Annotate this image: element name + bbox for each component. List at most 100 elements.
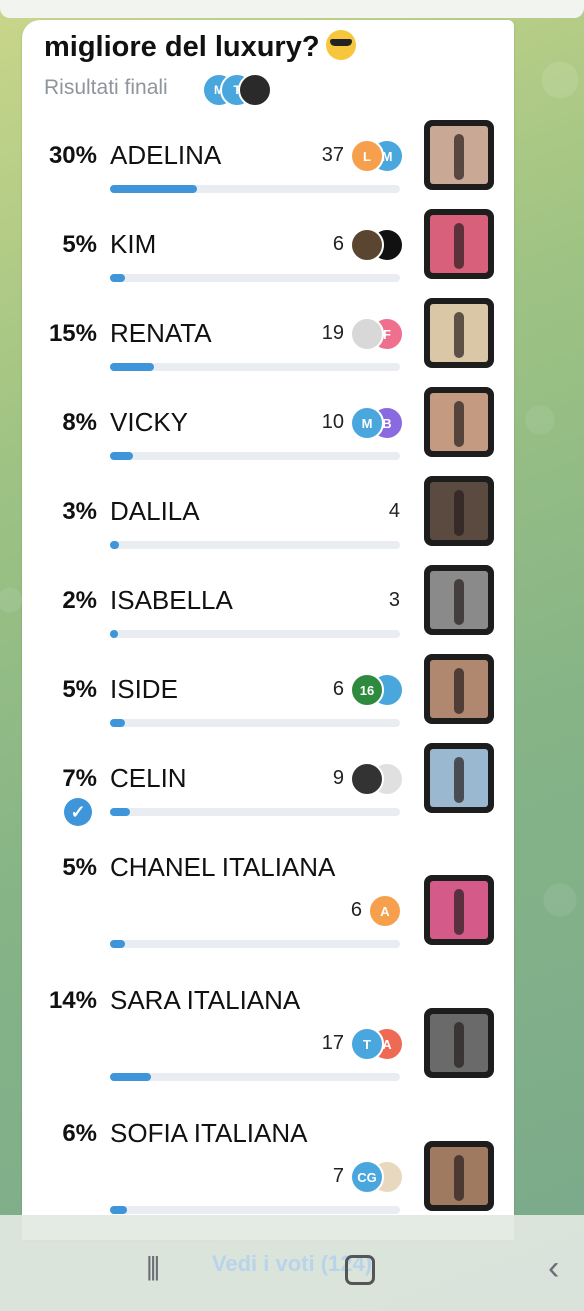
chosen-option-check-icon: ✓ (64, 798, 92, 826)
option-photo-thumbnail[interactable] (424, 654, 494, 724)
option-photo-thumbnail[interactable] (424, 875, 494, 945)
option-result-bar (110, 185, 400, 193)
recent-apps-icon[interactable]: ||| (146, 1251, 160, 1282)
option-name: ADELINA (110, 140, 222, 170)
option-voter-avatars[interactable]: CG (350, 1160, 420, 1194)
poll-option[interactable]: 30% ADELINA 37 L M (22, 120, 514, 200)
option-result-fill (110, 363, 154, 371)
voter-avatar: M (350, 406, 384, 440)
option-vote-count: 10 (321, 411, 344, 433)
option-name: DALILA (110, 496, 200, 526)
option-result-bar (110, 452, 400, 460)
option-result-fill (110, 719, 125, 727)
option-percent: 30% (48, 142, 97, 169)
option-vote-count: 3 (388, 589, 400, 611)
option-percent: 15% (48, 320, 97, 347)
option-photo-thumbnail[interactable] (424, 476, 494, 546)
option-percent: 6% (62, 1120, 97, 1147)
home-icon[interactable] (345, 1255, 375, 1285)
option-result-fill (110, 940, 125, 948)
poll-option[interactable]: 5% CHANEL ITALIANA 6 A (22, 832, 514, 952)
option-result-bar (110, 363, 400, 371)
option-result-fill (110, 630, 118, 638)
voter-avatar (238, 73, 272, 107)
option-photo-thumbnail[interactable] (424, 743, 494, 813)
option-result-bar (110, 940, 400, 948)
option-name: KIM (110, 229, 157, 259)
option-photo-thumbnail[interactable] (424, 565, 494, 635)
option-vote-count: 6 (332, 233, 344, 255)
option-voter-avatars[interactable]: F (350, 317, 420, 351)
option-name: VICKY (110, 407, 189, 437)
option-result-bar (110, 808, 400, 816)
option-photo-thumbnail[interactable] (424, 209, 494, 279)
option-name: SOFIA ITALIANA (110, 1118, 308, 1148)
option-result-bar (110, 719, 400, 727)
option-name: SARA ITALIANA (110, 985, 301, 1015)
sunglasses-emoji-icon (325, 30, 356, 60)
option-result-fill (110, 185, 197, 193)
poll-option[interactable]: 7% CELIN 9 ✓ (22, 743, 514, 826)
poll-option[interactable]: 15% RENATA 19 F (22, 298, 514, 378)
option-percent: 8% (62, 409, 97, 436)
option-result-bar (110, 1206, 400, 1214)
option-name: RENATA (110, 318, 212, 348)
option-vote-count: 6 (350, 899, 362, 921)
back-icon[interactable]: ‹ (548, 1249, 559, 1288)
option-photo-thumbnail[interactable] (424, 1141, 494, 1211)
option-vote-count: 19 (321, 322, 344, 344)
option-vote-count: 37 (321, 144, 344, 166)
voter-avatar (350, 762, 384, 796)
poll-option[interactable]: 6% SOFIA ITALIANA 7 CG (22, 1098, 514, 1218)
option-result-fill (110, 274, 125, 282)
option-photo-thumbnail[interactable] (424, 120, 494, 190)
option-voter-avatars[interactable]: LM (350, 139, 420, 173)
recent-voters[interactable]: M T (202, 73, 282, 107)
poll-option[interactable]: 2% ISABELLA 3 (22, 565, 514, 645)
option-result-fill (110, 1073, 151, 1081)
option-result-bar (110, 274, 400, 282)
poll-question-text: migliore del luxury? (44, 31, 320, 63)
poll-option[interactable]: 5% KIM 6 (22, 209, 514, 289)
option-voter-avatars[interactable]: 16 (350, 673, 420, 707)
voter-avatar: 16 (350, 673, 384, 707)
option-name: ISIDE (110, 674, 178, 704)
option-result-bar (110, 630, 400, 638)
poll-option[interactable]: 8% VICKY 10 M B (22, 387, 514, 467)
option-percent: 5% (62, 854, 97, 881)
option-voter-avatars[interactable] (350, 762, 420, 796)
poll-question: migliore del luxury? (44, 30, 356, 64)
option-voter-avatars[interactable]: TA (350, 1027, 420, 1061)
option-photo-thumbnail[interactable] (424, 298, 494, 368)
option-result-bar (110, 541, 400, 549)
poll-option[interactable]: 3% DALILA 4 (22, 476, 514, 556)
voter-avatar: T (350, 1027, 384, 1061)
option-result-bar (110, 1073, 400, 1081)
option-result-fill (110, 452, 133, 460)
poll-option[interactable]: 14% SARA ITALIANA 17 T A (22, 965, 514, 1085)
option-percent: 3% (62, 498, 97, 525)
view-votes-button[interactable]: Vedi i voti (124) (0, 1251, 584, 1277)
option-percent: 14% (48, 987, 97, 1014)
bottom-bar: Vedi i voti (124) ||| ‹ (0, 1215, 584, 1311)
poll-option[interactable]: 5% ISIDE 6 16 (22, 654, 514, 734)
option-percent: 5% (62, 231, 97, 258)
previous-message-edge (0, 0, 584, 18)
option-voter-avatars[interactable]: MB (350, 406, 420, 440)
option-percent: 2% (62, 587, 97, 614)
poll-status: Risultati finali (44, 76, 168, 99)
option-result-fill (110, 541, 119, 549)
option-result-fill (110, 808, 130, 816)
option-name: CELIN (110, 763, 187, 793)
voter-avatar (350, 228, 384, 262)
voter-avatar (350, 317, 384, 351)
option-voter-avatars[interactable] (350, 228, 420, 262)
option-vote-count: 6 (332, 678, 344, 700)
option-name: ISABELLA (110, 585, 233, 615)
option-vote-count: 17 (321, 1032, 344, 1054)
option-vote-count: 9 (332, 767, 344, 789)
poll-message-bubble[interactable]: migliore del luxury? Risultati finali M … (22, 20, 514, 1240)
option-photo-thumbnail[interactable] (424, 1008, 494, 1078)
option-percent: 7% (62, 765, 97, 792)
option-photo-thumbnail[interactable] (424, 387, 494, 457)
